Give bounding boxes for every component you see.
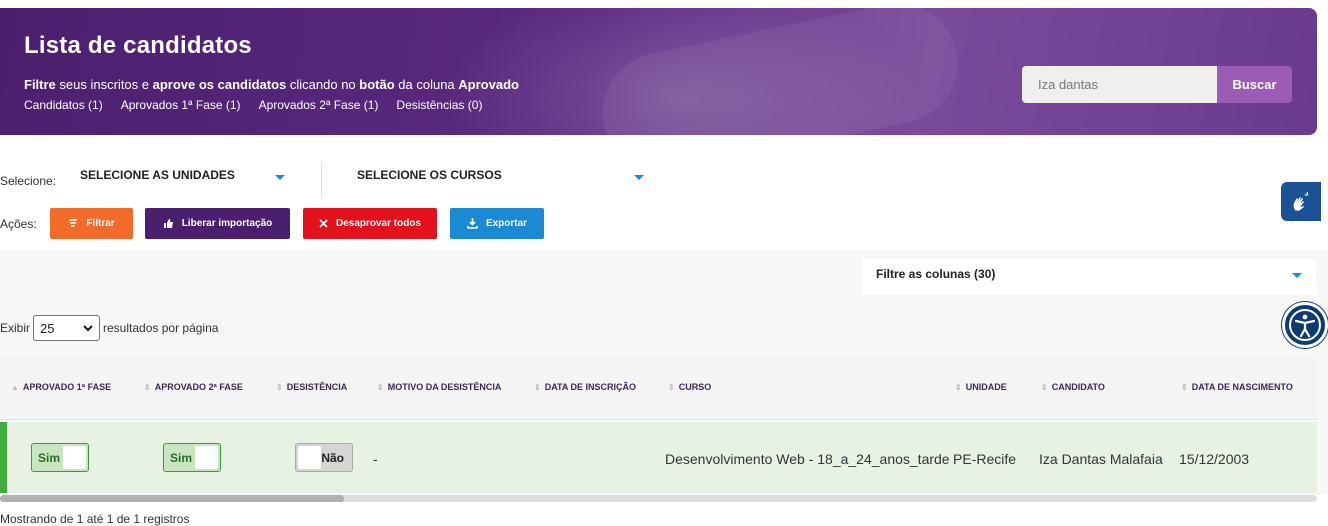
export-label: Exportar (485, 218, 528, 229)
accessibility-icon (1289, 309, 1321, 341)
col-nascimento[interactable]: ⇕ DATA DE NASCIMENTO (1181, 382, 1293, 392)
col-aprovado-1[interactable]: ▲ APROVADO 1ª FASE (11, 382, 111, 392)
aprovado-2-toggle[interactable]: Sim (163, 443, 221, 472)
sort-icon: ⇕ (534, 383, 541, 392)
divider (321, 162, 322, 198)
cell-unidade: PE-Recife (953, 451, 1017, 467)
search-bar: Iza dantas Buscar (1022, 66, 1292, 103)
col-data-inscricao[interactable]: ⇕ DATA DE INSCRIÇÃO (534, 382, 636, 392)
count-aprovados-1: Aprovados 1ª Fase (1) (120, 98, 241, 112)
sign-language-icon (1293, 191, 1309, 211)
page-size-value: 25 (40, 320, 55, 336)
actions-label: Ações: (0, 217, 37, 231)
page-size-control: Exibir 25 resultados por página (0, 315, 218, 341)
page-size-select[interactable]: 25 (33, 315, 101, 341)
filter-button-label: Filtrar (86, 218, 115, 229)
col-candidato[interactable]: ⇕ CANDIDATO (1041, 382, 1105, 392)
count-aprovados-2: Aprovados 2ª Fase (1) (258, 98, 379, 112)
columns-chevron-down-icon[interactable] (1292, 273, 1302, 278)
columns-filter-label: Filtre as colunas (30) (876, 267, 996, 281)
filter-icon (69, 218, 78, 227)
chevron-down-icon (83, 324, 93, 331)
scrollbar-thumb[interactable] (0, 495, 344, 502)
sign-language-button[interactable] (1281, 182, 1321, 221)
sort-icon: ⇕ (1041, 383, 1048, 392)
toggle-knob (63, 446, 86, 469)
sort-asc-icon: ▲ (11, 383, 19, 392)
aprovado-1-toggle[interactable]: Sim (31, 443, 89, 472)
desistencia-toggle[interactable]: Não (295, 443, 353, 472)
pager-suffix: resultados por página (103, 321, 219, 335)
filter-button[interactable]: Filtrar (50, 208, 133, 239)
toggle-knob (298, 446, 321, 469)
count-candidatos: Candidatos (1) (24, 98, 103, 112)
toggle-label: Não (321, 450, 344, 465)
toggle-label: Sim (170, 450, 193, 465)
col-aprovado-2[interactable]: ⇕ APROVADO 2ª FASE (144, 382, 243, 392)
cell-candidato: Iza Dantas Malafaia (1039, 451, 1163, 467)
close-icon (319, 219, 328, 228)
toggle-knob (195, 446, 218, 469)
count-desistencias: Desistências (0) (396, 98, 483, 112)
release-import-label: Liberar importação (181, 218, 273, 229)
thumbs-up-icon (163, 219, 173, 228)
release-import-button[interactable]: Liberar importação (145, 208, 290, 239)
col-motivo[interactable]: ⇕ MOTIVO DA DESISTÊNCIA (377, 382, 501, 392)
select-label: Selecione: (0, 174, 57, 188)
sort-icon: ⇕ (1181, 383, 1188, 392)
disapprove-all-button[interactable]: Desaprovar todos (303, 208, 437, 239)
horizontal-scrollbar[interactable] (0, 495, 1317, 502)
col-curso[interactable]: ⇕ CURSO (668, 382, 711, 392)
col-desistencia[interactable]: ⇕ DESISTÊNCIA (276, 382, 347, 392)
header-subtitle: Filtre seus inscritos e aprove os candid… (24, 77, 519, 92)
toggle-label: Sim (38, 450, 61, 465)
search-input[interactable]: Iza dantas (1022, 66, 1217, 103)
cell-motivo: - (373, 451, 378, 467)
search-button[interactable]: Buscar (1217, 66, 1292, 103)
sort-icon: ⇕ (144, 383, 151, 392)
columns-filter-dropdown[interactable]: Filtre as colunas (30) (862, 259, 1317, 295)
units-chevron-down-icon[interactable] (275, 175, 285, 180)
sort-icon: ⇕ (377, 383, 384, 392)
courses-dropdown[interactable]: SELECIONE OS CURSOS (357, 168, 502, 182)
courses-chevron-down-icon[interactable] (634, 175, 644, 180)
download-icon (467, 218, 478, 229)
page-title: Lista de candidatos (24, 32, 252, 59)
cell-nascimento: 15/12/2003 (1179, 451, 1250, 467)
sort-icon: ⇕ (276, 383, 283, 392)
units-dropdown[interactable]: SELECIONE AS UNIDADES (80, 168, 235, 182)
table-info: Mostrando de 1 até 1 de 1 registros (0, 512, 190, 526)
col-unidade[interactable]: ⇕ UNIDADE (955, 382, 1007, 392)
sort-icon: ⇕ (955, 383, 962, 392)
header-counts: Candidatos (1) Aprovados 1ª Fase (1) Apr… (24, 98, 482, 112)
accessibility-button[interactable] (1282, 302, 1328, 348)
sort-icon: ⇕ (668, 383, 675, 392)
cell-curso: Desenvolvimento Web - 18_a_24_anos_tarde (665, 451, 950, 467)
disapprove-all-label: Desaprovar todos (335, 218, 422, 229)
export-button[interactable]: Exportar (450, 208, 544, 239)
pager-prefix: Exibir (0, 321, 31, 335)
